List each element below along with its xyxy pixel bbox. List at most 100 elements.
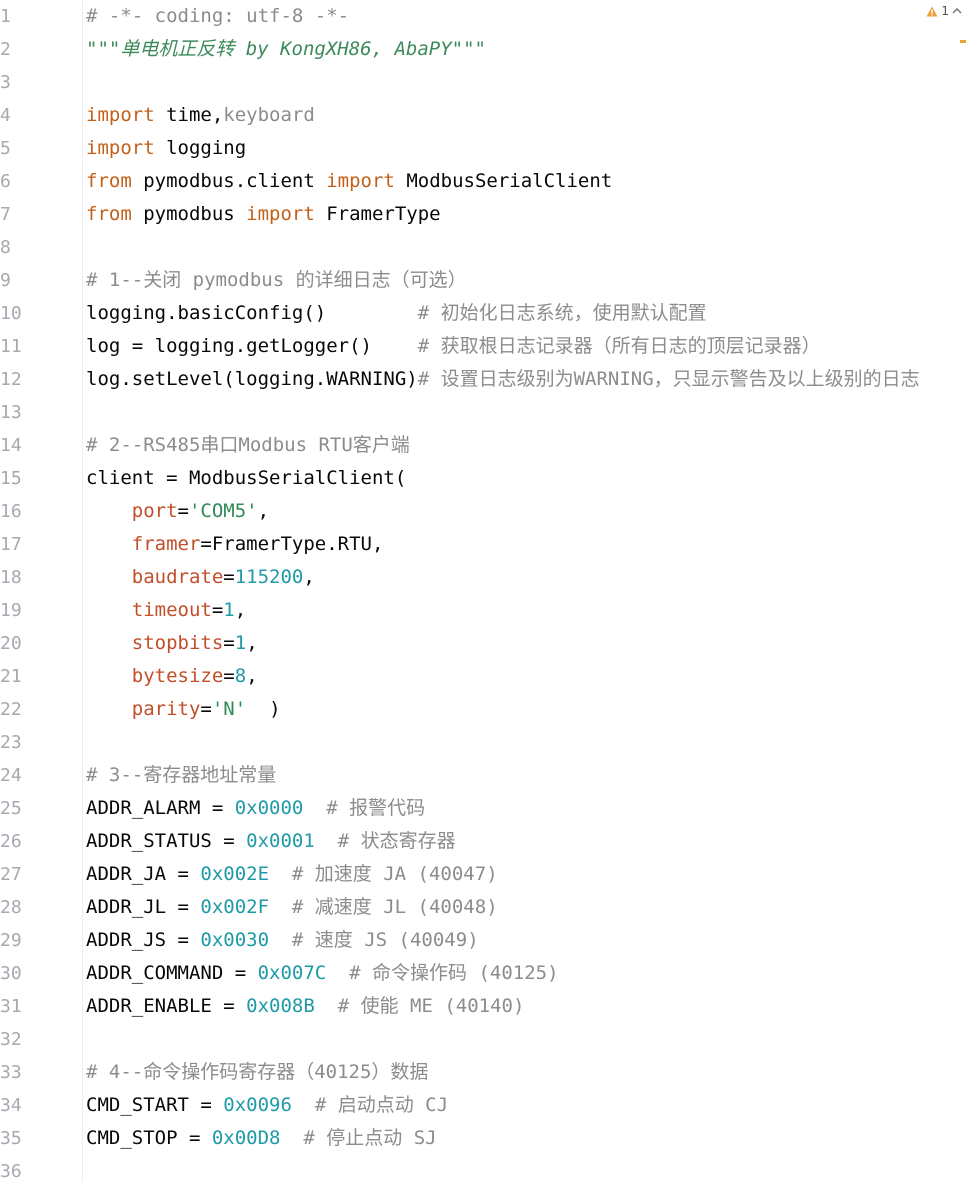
code-token: 'N': [211, 698, 247, 720]
line-number: 28: [0, 897, 22, 918]
line-number: 2: [0, 39, 11, 60]
code-editor[interactable]: 1 2 3 4 5 6 7 8 9 10 11 12 13 14 15 16 17 18 19 20 21 22 23 24 2…: [0, 0, 966, 1182]
code-token: # 获取根日志记录器（所有日志的顶层记录器）: [417, 335, 821, 357]
code-token: stopbits: [131, 632, 224, 654]
code-token: 0x0000: [234, 797, 304, 819]
line-number: 10: [0, 303, 22, 324]
code-token: =: [211, 599, 224, 621]
code-token: # 2--RS485串口Modbus RTU客户端: [86, 434, 410, 456]
code-line[interactable]: # 4--命令操作码寄存器（40125）数据: [86, 1056, 428, 1089]
code-line[interactable]: # 3--寄存器地址常量: [86, 759, 276, 792]
code-line[interactable]: framer=FramerType.RTU,: [86, 528, 384, 561]
line-number: 35: [0, 1128, 22, 1149]
code-token: ADDR_JL =: [86, 896, 201, 918]
code-line[interactable]: port='COM5',: [86, 495, 269, 528]
code-token: pymodbus: [131, 203, 247, 225]
code-token: =: [223, 566, 235, 588]
code-line[interactable]: ADDR_ENABLE = 0x008B # 使能 ME (40140): [86, 990, 524, 1023]
code-token: ModbusSerialClient: [394, 170, 613, 192]
line-number: 36: [0, 1161, 22, 1182]
code-token: # 速度 JS (40049): [291, 929, 479, 951]
line-number: 15: [0, 468, 22, 489]
line-number: 12: [0, 369, 22, 390]
code-line[interactable]: CMD_STOP = 0x00D8 # 停止点动 SJ: [86, 1122, 437, 1155]
line-number: 19: [0, 600, 22, 621]
line-number: 18: [0, 567, 22, 588]
line-number: 29: [0, 930, 22, 951]
code-line[interactable]: ADDR_JA = 0x002E # 加速度 JA (40047): [86, 858, 498, 891]
code-line[interactable]: ADDR_JS = 0x0030 # 速度 JS (40049): [86, 924, 479, 957]
code-line[interactable]: ADDR_ALARM = 0x0000 # 报警代码: [86, 792, 425, 825]
code-token: # 停止点动 SJ: [303, 1127, 437, 1149]
code-token: framer: [131, 533, 201, 555]
line-number: 8: [0, 237, 11, 258]
code-token: timeout: [131, 599, 212, 621]
code-token: from: [86, 203, 132, 225]
code-token: ,: [246, 632, 258, 654]
code-line[interactable]: parity='N' ): [86, 693, 281, 726]
code-line[interactable]: from pymodbus.client import ModbusSerial…: [86, 165, 612, 198]
code-line[interactable]: log.setLevel(logging.WARNING)# 设置日志级别为WA…: [86, 363, 920, 396]
code-line[interactable]: baudrate=115200,: [86, 561, 315, 594]
warning-marker-stripe[interactable]: [960, 40, 966, 43]
code-line[interactable]: """单电机正反转 by KongXH86, AbaPY""": [86, 33, 486, 66]
code-line[interactable]: # -*- coding: utf-8 -*-: [86, 0, 349, 33]
code-token: ): [246, 698, 281, 720]
line-number: 17: [0, 534, 22, 555]
code-line[interactable]: client = ModbusSerialClient(: [86, 462, 406, 495]
code-line[interactable]: # 2--RS485串口Modbus RTU客户端: [86, 429, 410, 462]
code-line[interactable]: import time,keyboard: [86, 99, 315, 132]
code-token: # 设置日志级别为WARNING，只显示警告及以上级别的日志: [417, 368, 920, 390]
gutter-divider: [82, 0, 83, 1182]
code-line[interactable]: import logging: [86, 132, 246, 165]
code-token: ADDR_STATUS =: [86, 830, 247, 852]
code-line[interactable]: timeout=1,: [86, 594, 246, 627]
code-line[interactable]: ADDR_JL = 0x002F # 减速度 JL (40048): [86, 891, 498, 924]
line-number: 1: [0, 6, 11, 27]
line-number: 9: [0, 270, 11, 291]
code-token: from: [86, 170, 132, 192]
code-token: # 状态寄存器: [337, 830, 456, 852]
code-line[interactable]: ADDR_COMMAND = 0x007C # 命令操作码 (40125): [86, 957, 559, 990]
line-number: 6: [0, 171, 11, 192]
inspection-widget[interactable]: 1: [926, 3, 962, 19]
code-token: log.setLevel(logging.WARNING): [86, 368, 418, 390]
line-number: 7: [0, 204, 11, 225]
code-token: =: [223, 665, 235, 687]
chevron-up-icon[interactable]: [952, 4, 962, 18]
code-token: =FramerType.RTU,: [200, 533, 384, 555]
code-token: logging: [154, 137, 247, 159]
code-token: 0x002F: [200, 896, 270, 918]
code-line[interactable]: log = logging.getLogger() # 获取根日志记录器（所有日…: [86, 330, 821, 363]
line-number: 34: [0, 1095, 22, 1116]
code-token: # 3--寄存器地址常量: [86, 764, 277, 786]
code-token: ,: [234, 599, 247, 621]
line-number: 24: [0, 765, 22, 786]
code-area[interactable]: # -*- coding: utf-8 -*- """单电机正反转 by Kong…: [86, 0, 966, 1182]
code-line[interactable]: # 1--关闭 pymodbus 的详细日志（可选）: [86, 264, 467, 297]
code-line[interactable]: bytesize=8,: [86, 660, 258, 693]
code-line[interactable]: logging.basicConfig() # 初始化日志系统，使用默认配置: [86, 297, 707, 330]
code-token: time,: [154, 104, 224, 126]
code-token: =: [223, 632, 235, 654]
code-line[interactable]: from pymodbus import FramerType: [86, 198, 441, 231]
code-token: 1: [223, 599, 235, 621]
code-token: logging.basicConfig(): [86, 302, 418, 324]
code-token: import: [86, 137, 155, 159]
code-token: CMD_START =: [86, 1094, 224, 1116]
code-token: # 初始化日志系统，使用默认配置: [417, 302, 707, 324]
code-line[interactable]: stopbits=1,: [86, 627, 258, 660]
code-token: 0x008B: [246, 995, 315, 1017]
code-line[interactable]: CMD_START = 0x0096 # 启动点动 CJ: [86, 1089, 448, 1122]
code-token: pymodbus.client: [131, 170, 327, 192]
code-line[interactable]: ADDR_STATUS = 0x0001 # 状态寄存器: [86, 825, 456, 858]
